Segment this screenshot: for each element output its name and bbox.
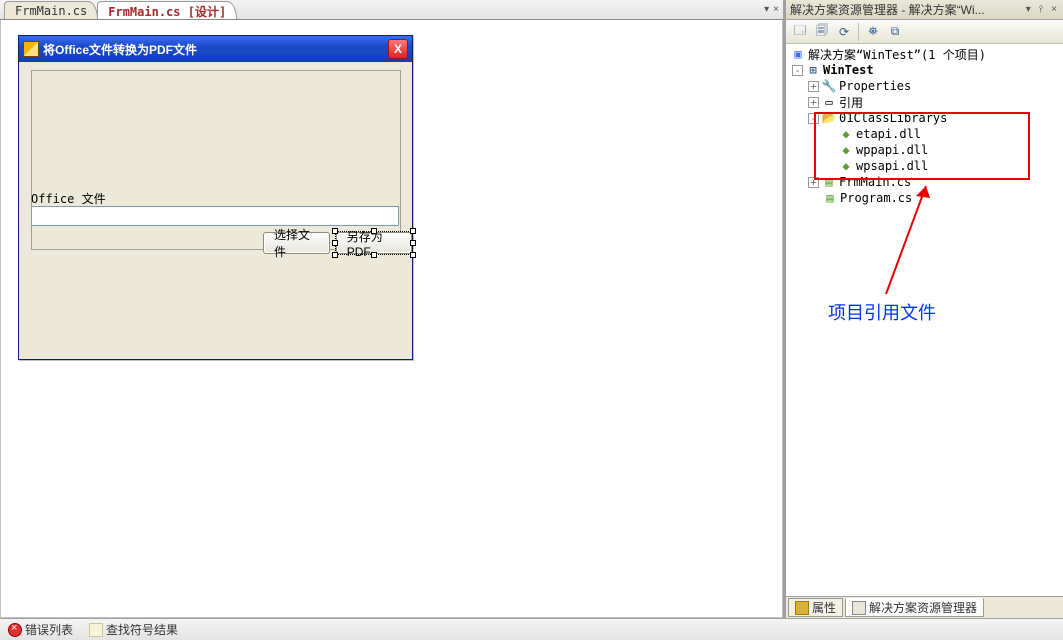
dll-file-icon: ◆ <box>838 159 854 173</box>
side-tab-label: 属性 <box>812 599 836 616</box>
form-close-button[interactable]: X <box>388 39 408 59</box>
toolbar-viewcode-icon[interactable]: ⛯ <box>863 22 883 42</box>
solution-explorer-toolbar: 🗔 🗐 ⟳ ⛯ ⧉ <box>786 20 1063 44</box>
tree-folder-label: 01ClassLibrarys <box>839 111 947 125</box>
properties-tab-icon <box>795 601 809 615</box>
designer-selection-handles[interactable] <box>335 231 413 255</box>
expand-icon[interactable]: + <box>808 81 819 92</box>
tree-references-node[interactable]: + ▭ 引用 <box>788 94 1061 110</box>
cs-file-icon: ▤ <box>821 175 837 189</box>
label-office-file: Office 文件 <box>31 190 106 207</box>
bottom-tab-label: 查找符号结果 <box>106 621 178 638</box>
tree-file-wppapi[interactable]: ◆ wppapi.dll <box>788 142 1061 158</box>
form-titlebar[interactable]: 将Office文件转换为PDF文件 X <box>19 36 412 62</box>
cs-file-icon: ▤ <box>822 191 838 205</box>
toolbar-refresh-icon[interactable]: ⟳ <box>834 22 854 42</box>
bottom-tab-error-list[interactable]: 错误列表 <box>4 620 77 639</box>
dll-file-icon: ◆ <box>838 127 854 141</box>
tree-references-label: 引用 <box>839 94 863 111</box>
toolbar-showall-icon[interactable]: 🗐 <box>812 22 832 42</box>
annotation-text: 项目引用文件 <box>828 299 936 325</box>
form-icon <box>23 41 39 57</box>
doc-tab-frmmain-cs[interactable]: FrmMain.cs <box>4 1 98 19</box>
dll-file-icon: ◆ <box>838 143 854 157</box>
tree-file-label: wppapi.dll <box>856 143 928 157</box>
tree-solution-node[interactable]: ▣ 解决方案“WinTest”(1 个项目) <box>788 46 1061 62</box>
form-client-area[interactable]: Office 文件 选择文件 另存为PDF <box>19 62 412 359</box>
find-results-icon <box>89 623 103 637</box>
references-icon: ▭ <box>821 95 837 109</box>
side-panel-tabs: 属性 解决方案资源管理器 <box>786 596 1063 618</box>
tree-file-wpsapi[interactable]: ◆ wpsapi.dll <box>788 158 1061 174</box>
solution-explorer-title-text: 解决方案资源管理器 - 解决方案“Wi... <box>790 1 1020 18</box>
side-tab-solution-explorer[interactable]: 解决方案资源管理器 <box>845 598 984 617</box>
editor-pane: FrmMain.cs FrmMain.cs [设计] ▾ × 将Office文件… <box>0 0 786 618</box>
tree-folder-classlibrarys[interactable]: - 📂 01ClassLibrarys <box>788 110 1061 126</box>
solution-explorer-tab-icon <box>852 601 866 615</box>
toolbar-viewdesigner-icon[interactable]: ⧉ <box>885 22 905 42</box>
bottom-tab-label: 错误列表 <box>25 621 73 638</box>
side-tab-label: 解决方案资源管理器 <box>869 599 977 616</box>
expand-icon[interactable]: + <box>808 97 819 108</box>
tree-file-label: etapi.dll <box>856 127 921 141</box>
panel-close-icon[interactable]: × <box>1049 4 1059 15</box>
tree-properties-node[interactable]: + 🔧 Properties <box>788 78 1061 94</box>
tree-project-node[interactable]: - ⊞ WinTest <box>788 62 1061 78</box>
toolbar-properties-icon[interactable]: 🗔 <box>790 22 810 42</box>
select-file-button[interactable]: 选择文件 <box>263 232 330 254</box>
tree-project-label: WinTest <box>823 63 874 77</box>
form-title: 将Office文件转换为PDF文件 <box>43 41 388 58</box>
doc-tab-frmmain-design[interactable]: FrmMain.cs [设计] <box>97 1 237 19</box>
panel-dropdown-icon[interactable]: ▾ <box>1024 4 1033 15</box>
bottom-toolbar: 错误列表 查找符号结果 <box>0 618 1063 640</box>
tab-close-icon[interactable]: × <box>773 4 779 15</box>
folder-icon: 📂 <box>821 111 837 125</box>
project-icon: ⊞ <box>805 63 821 77</box>
expand-icon[interactable]: + <box>808 177 819 188</box>
designer-surface[interactable]: 将Office文件转换为PDF文件 X Office 文件 选择文件 另存为PD… <box>0 20 783 618</box>
tree-file-label: Program.cs <box>840 191 912 205</box>
document-tabbar: FrmMain.cs FrmMain.cs [设计] ▾ × <box>0 0 783 20</box>
bottom-tab-find-symbol-results[interactable]: 查找符号结果 <box>85 620 182 639</box>
solution-icon: ▣ <box>790 47 806 61</box>
side-tab-properties[interactable]: 属性 <box>788 598 843 617</box>
error-list-icon <box>8 623 22 637</box>
solution-tree[interactable]: ▣ 解决方案“WinTest”(1 个项目) - ⊞ WinTest + 🔧 P… <box>786 44 1063 596</box>
solution-explorer-title[interactable]: 解决方案资源管理器 - 解决方案“Wi... ▾ ⫯ × <box>786 0 1063 20</box>
winform-preview[interactable]: 将Office文件转换为PDF文件 X Office 文件 选择文件 另存为PD… <box>18 35 413 360</box>
tree-file-label: wpsapi.dll <box>856 159 928 173</box>
office-file-textbox[interactable] <box>31 206 399 226</box>
tree-solution-label: 解决方案“WinTest”(1 个项目) <box>808 46 986 63</box>
tree-file-etapi[interactable]: ◆ etapi.dll <box>788 126 1061 142</box>
panel-pin-icon[interactable]: ⫯ <box>1037 4 1045 15</box>
tree-file-program[interactable]: ▤ Program.cs <box>788 190 1061 206</box>
properties-icon: 🔧 <box>821 79 837 93</box>
tree-file-label: FrmMain.cs <box>839 175 911 189</box>
expand-icon[interactable]: - <box>808 113 819 124</box>
tab-dropdown-icon[interactable]: ▾ <box>764 4 769 15</box>
expand-icon[interactable]: - <box>792 65 803 76</box>
tree-file-frmmain[interactable]: + ▤ FrmMain.cs <box>788 174 1061 190</box>
solution-explorer-pane: 解决方案资源管理器 - 解决方案“Wi... ▾ ⫯ × 🗔 🗐 ⟳ ⛯ ⧉ ▣… <box>786 0 1063 618</box>
tree-properties-label: Properties <box>839 79 911 93</box>
